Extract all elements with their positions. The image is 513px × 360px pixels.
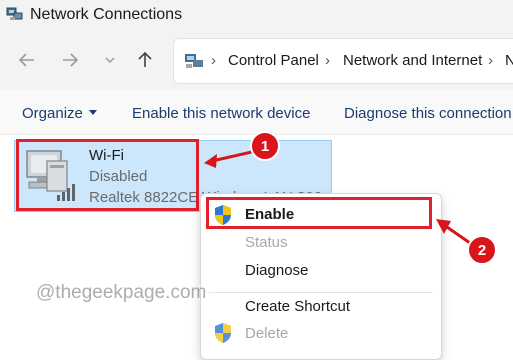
watermark: @thegeekpage.com [36, 282, 207, 303]
arrow-1-head [204, 154, 217, 168]
arrow-1 [211, 149, 257, 163]
step-badge-1: 1 [250, 131, 280, 161]
step-badge-2: 2 [467, 235, 497, 265]
arrow-2 [443, 223, 471, 245]
